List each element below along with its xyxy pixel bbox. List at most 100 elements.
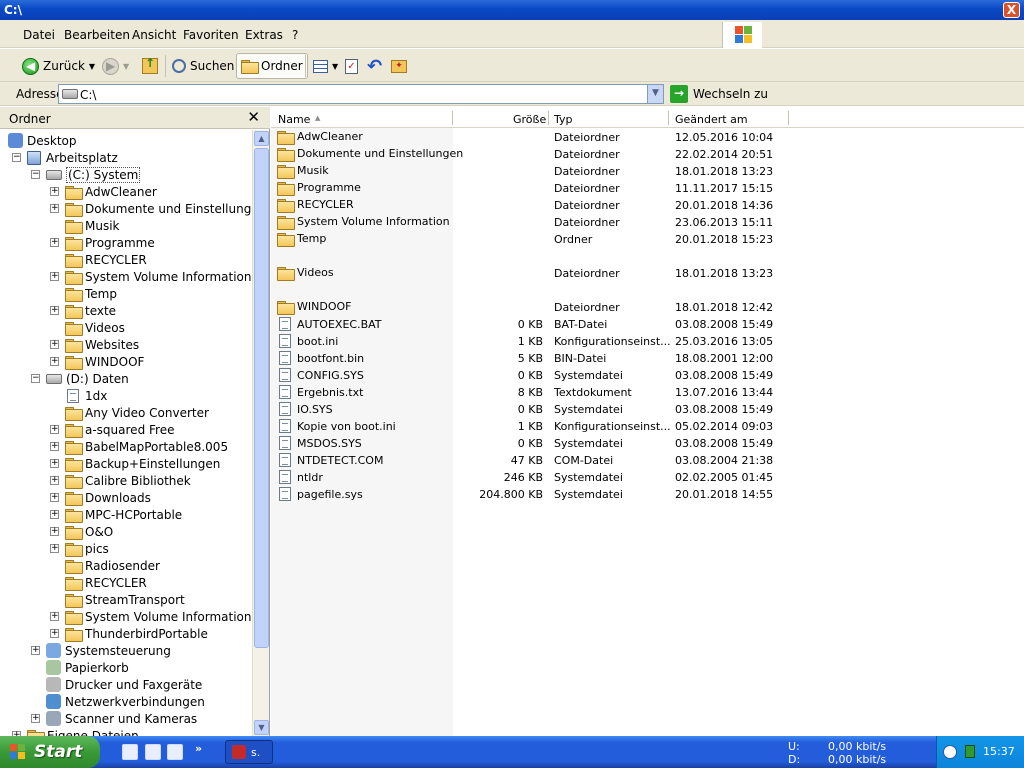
column-modified[interactable]: Geändert am — [675, 113, 748, 126]
file-row[interactable]: bootfont.bin 5 KB BIN-Datei 18.08.2001 12:0… — [271, 350, 1024, 367]
tree-item[interactable]: AdwCleaner — [65, 183, 157, 200]
menu-edit[interactable]: Bearbeiten — [64, 28, 130, 42]
tree-item[interactable]: Netzwerkverbindungen — [46, 693, 205, 710]
tree-item[interactable]: Musik — [65, 217, 120, 234]
menu-favorites[interactable]: Favoriten — [183, 28, 239, 42]
title-bar[interactable]: C:\ X — [0, 0, 1024, 20]
column-separator[interactable] — [668, 111, 669, 125]
tree-item[interactable]: MPC-HCPortable — [65, 506, 182, 523]
tree-expander-icon[interactable]: + — [50, 442, 59, 451]
tree-expander-icon[interactable]: − — [31, 374, 40, 383]
tree-expander-icon[interactable]: + — [50, 629, 59, 638]
tree-item[interactable]: Downloads — [65, 489, 151, 506]
tree-expander-icon[interactable]: − — [31, 170, 40, 179]
tree-expander-icon[interactable]: + — [50, 493, 59, 502]
tree-item[interactable]: StreamTransport — [65, 591, 185, 608]
tree-item[interactable]: (C:) System — [46, 166, 141, 183]
quicklaunch-app-icon[interactable] — [145, 744, 161, 760]
tree-expander-icon[interactable]: + — [50, 527, 59, 536]
scroll-up-button[interactable]: ▲ — [254, 131, 269, 146]
file-row[interactable]: MSDOS.SYS 0 KB Systemdatei 03.08.2008 15:49 — [271, 435, 1024, 452]
tree-item[interactable]: WINDOOF — [65, 353, 144, 370]
tree-expander-icon[interactable]: + — [50, 204, 59, 213]
menu-view[interactable]: Ansicht — [132, 28, 176, 42]
tree-expander-icon[interactable]: + — [50, 476, 59, 485]
file-row[interactable]: Dokumente und Einstellungen Dateiordner 22… — [271, 146, 1024, 163]
tree-expander-icon[interactable]: + — [50, 612, 59, 621]
up-folder-button[interactable]: ↑ — [142, 53, 158, 79]
file-row[interactable]: ntldr 246 KB Systemdatei 02.02.2005 01:45 — [271, 469, 1024, 486]
tree-item[interactable]: O&O — [65, 523, 113, 540]
file-row[interactable]: Temp Ordner 20.01.2018 15:23 — [271, 231, 1024, 248]
tree-expander-icon[interactable]: + — [50, 340, 59, 349]
tree-expander-icon[interactable]: + — [50, 544, 59, 553]
tree-item[interactable]: Systemsteuerung — [46, 642, 171, 659]
address-dropdown-button[interactable]: ▼ — [647, 85, 663, 103]
tree-expander-icon[interactable]: + — [50, 357, 59, 366]
back-button[interactable]: ◀ Zurück ▼ — [22, 53, 95, 79]
back-dropdown-icon[interactable]: ▼ — [89, 62, 95, 71]
tree-item[interactable]: Radiosender — [65, 557, 160, 574]
tree-expander-icon[interactable]: + — [50, 459, 59, 468]
tree-expander-icon[interactable]: + — [31, 714, 40, 723]
tree-item[interactable]: Scanner und Kameras — [46, 710, 197, 727]
views-button[interactable]: ▼ — [313, 53, 338, 79]
menu-file[interactable]: Datei — [23, 28, 55, 42]
tree-expander-icon[interactable]: + — [50, 272, 59, 281]
tray-show-icons-icon[interactable] — [943, 745, 957, 759]
file-row[interactable]: Musik Dateiordner 18.01.2018 13:23 — [271, 163, 1024, 180]
tree-item[interactable]: Papierkorb — [46, 659, 129, 676]
file-row[interactable]: Videos Dateiordner 18.01.2018 13:23 — [271, 265, 1024, 282]
column-separator[interactable] — [452, 111, 453, 125]
forward-dropdown-icon[interactable]: ▼ — [123, 62, 129, 71]
tree-item[interactable]: System Volume Information — [65, 268, 251, 285]
tree-item[interactable]: BabelMapPortable8.005 — [65, 438, 228, 455]
column-size[interactable]: Größe — [513, 113, 546, 126]
file-row[interactable]: IO.SYS 0 KB Systemdatei 03.08.2008 15:49 — [271, 401, 1024, 418]
tree-item[interactable]: Calibre Bibliothek — [65, 472, 191, 489]
undo-button[interactable]: ↶ — [367, 53, 382, 79]
tree-item[interactable]: System Volume Information — [65, 608, 251, 625]
forward-button[interactable]: ▶ ▼ — [102, 53, 129, 79]
tree-item[interactable]: Desktop — [8, 132, 77, 149]
file-row[interactable]: RECYCLER Dateiordner 20.01.2018 14:36 — [271, 197, 1024, 214]
file-row[interactable]: boot.ini 1 KB Konfigurationseinst... 25.03.… — [271, 333, 1024, 350]
folder-pane-scrollbar[interactable]: ▲ ▼ — [252, 130, 269, 736]
column-name[interactable]: Name — [278, 113, 310, 126]
quicklaunch-ie-icon[interactable] — [122, 744, 138, 760]
tree-expander-icon[interactable]: + — [31, 646, 40, 655]
file-row[interactable]: Kopie von boot.ini 1 KB Konfigurationseins… — [271, 418, 1024, 435]
file-row[interactable]: Programme Dateiordner 11.11.2017 15:15 — [271, 180, 1024, 197]
tree-item[interactable]: Videos — [65, 319, 125, 336]
tree-item[interactable]: Drucker und Faxgeräte — [46, 676, 202, 693]
file-row[interactable]: AUTOEXEC.BAT 0 KB BAT-Datei 03.08.2008 15:4… — [271, 316, 1024, 333]
go-button[interactable]: → Wechseln zu — [670, 85, 768, 103]
file-row[interactable]: CONFIG.SYS 0 KB Systemdatei 03.08.2008 15:4… — [271, 367, 1024, 384]
file-row[interactable]: Ergebnis.txt 8 KB Textdokument 13.07.2016 1… — [271, 384, 1024, 401]
tree-item[interactable]: (D:) Daten — [46, 370, 129, 387]
taskbar-window-button[interactable]: s. — [225, 740, 273, 764]
quicklaunch-app-icon[interactable] — [167, 744, 183, 760]
tree-expander-icon[interactable]: + — [50, 510, 59, 519]
menu-tools[interactable]: Extras — [245, 28, 283, 42]
close-pane-icon[interactable]: ✕ — [247, 108, 260, 126]
tree-item[interactable]: Temp — [65, 285, 117, 302]
tree-item[interactable]: ThunderbirdPortable — [65, 625, 208, 642]
close-window-button[interactable]: X — [1003, 2, 1020, 18]
menu-help[interactable]: ? — [292, 28, 298, 42]
tree-item[interactable]: Websites — [65, 336, 139, 353]
tree-expander-icon[interactable]: + — [50, 425, 59, 434]
properties-button[interactable]: ✓ — [345, 53, 358, 79]
clock[interactable]: 15:37 — [983, 745, 1015, 758]
column-separator[interactable] — [548, 111, 549, 125]
file-row[interactable]: System Volume Information Dateiordner 23.0… — [271, 214, 1024, 231]
search-button[interactable]: Suchen — [172, 53, 234, 79]
tree-expander-icon[interactable]: + — [50, 306, 59, 315]
tree-item[interactable]: a-squared Free — [65, 421, 174, 438]
column-separator[interactable] — [788, 111, 789, 125]
tree-item[interactable]: RECYCLER — [65, 251, 147, 268]
file-row[interactable]: pagefile.sys 204.800 KB Systemdatei 20.01.2… — [271, 486, 1024, 503]
tray-battery-icon[interactable] — [965, 745, 975, 758]
tree-item[interactable]: Any Video Converter — [65, 404, 209, 421]
tree-item[interactable]: Dokumente und Einstellungen — [65, 200, 252, 217]
